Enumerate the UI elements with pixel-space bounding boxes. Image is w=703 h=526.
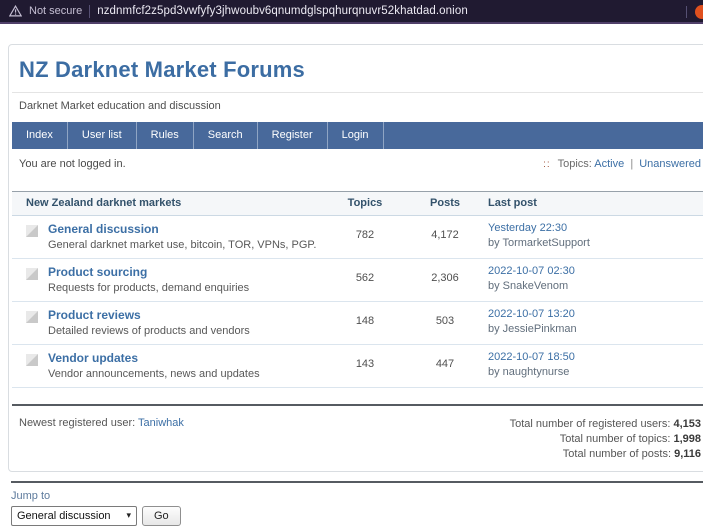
jump-to-section: Jump to General discussion ▾ Go <box>11 490 703 526</box>
total-topics-value: 1,998 <box>673 433 701 445</box>
topics-count: 148 <box>320 308 410 337</box>
address-bar-divider <box>89 5 90 18</box>
forum-status-icon <box>26 225 38 237</box>
total-users-label: Total number of registered users: <box>510 418 671 430</box>
posts-count: 2,306 <box>410 265 480 294</box>
forum-status-icon <box>26 311 38 323</box>
total-posts-label: Total number of posts: <box>563 448 671 460</box>
topics-count: 562 <box>320 265 410 294</box>
newest-user: Newest registered user: Taniwhak <box>19 417 184 462</box>
footer-divider <box>11 481 703 483</box>
total-users: Total number of registered users: 4,153 <box>510 417 701 432</box>
forum-description: Detailed reviews of products and vendors <box>48 325 250 337</box>
last-post-author: by JessiePinkman <box>488 323 703 335</box>
topics-label: Topics: <box>558 158 592 170</box>
total-topics-label: Total number of topics: <box>560 433 671 445</box>
forum-status-icon <box>26 354 38 366</box>
board-stats: Newest registered user: Taniwhak Total n… <box>19 417 701 462</box>
last-post-link[interactable]: 2022-10-07 13:20 <box>488 308 575 320</box>
board-totals: Total number of registered users: 4,153 … <box>510 417 701 462</box>
jump-to-label: Jump to <box>11 490 703 502</box>
go-button[interactable]: Go <box>142 506 181 526</box>
last-post-link[interactable]: 2022-10-07 18:50 <box>488 351 575 363</box>
nav-item-login[interactable]: Login <box>328 122 384 149</box>
status-bar: You are not logged in. :: Topics: Active… <box>19 158 701 170</box>
nav-item-search[interactable]: Search <box>194 122 258 149</box>
forum-row-product-sourcing: Product sourcing Requests for products, … <box>12 259 703 302</box>
forum-status-icon <box>26 268 38 280</box>
browser-address-bar[interactable]: Not secure nzdnmfcf2z5pd3vwfyfy3jhwoubv6… <box>0 0 703 24</box>
forum-description: Vendor announcements, news and updates <box>48 368 260 380</box>
column-header-forum: New Zealand darknet markets <box>12 197 320 209</box>
topics-filter: :: Topics: Active | Unanswered <box>543 158 701 170</box>
login-status: You are not logged in. <box>19 158 126 170</box>
total-users-value: 4,153 <box>673 418 701 430</box>
column-header-last-post: Last post <box>480 197 703 209</box>
forum-description: Requests for products, demand enquiries <box>48 282 249 294</box>
forum-row-product-reviews: Product reviews Detailed reviews of prod… <box>12 302 703 345</box>
unanswered-topics-link[interactable]: Unanswered <box>639 158 701 170</box>
active-topics-link[interactable]: Active <box>594 158 624 170</box>
page-title: NZ Darknet Market Forums <box>19 57 703 83</box>
column-header-posts: Posts <box>410 197 480 209</box>
forum-link[interactable]: Product reviews <box>48 308 141 322</box>
last-post-link[interactable]: Yesterday 22:30 <box>488 222 567 234</box>
nav-item-register[interactable]: Register <box>258 122 328 149</box>
topics-count: 143 <box>320 351 410 380</box>
table-header-row: New Zealand darknet markets Topics Posts… <box>12 192 703 216</box>
topics-count: 782 <box>320 222 410 251</box>
nav-item-rules[interactable]: Rules <box>137 122 194 149</box>
posts-count: 4,172 <box>410 222 480 251</box>
filter-divider: | <box>630 158 633 170</box>
extension-icon[interactable] <box>695 5 703 19</box>
last-post-link[interactable]: 2022-10-07 02:30 <box>488 265 575 277</box>
newest-user-link[interactable]: Taniwhak <box>138 417 184 429</box>
marker-icon: :: <box>543 159 551 170</box>
title-divider <box>12 92 703 93</box>
forum-page-container: NZ Darknet Market Forums Darknet Market … <box>8 44 703 472</box>
forum-link[interactable]: Product sourcing <box>48 265 147 279</box>
not-secure-label: Not secure <box>29 5 82 17</box>
total-topics: Total number of topics: 1,998 <box>510 432 701 447</box>
nav-item-user-list[interactable]: User list <box>68 122 137 149</box>
main-nav: Index User list Rules Search Register Lo… <box>12 122 703 149</box>
forum-row-general-discussion: General discussion General darknet marke… <box>12 216 703 259</box>
forum-link[interactable]: General discussion <box>48 222 159 236</box>
page-subtitle: Darknet Market education and discussion <box>19 100 703 112</box>
total-posts-value: 9,116 <box>674 448 701 460</box>
last-post-author: by SnakeVenom <box>488 280 703 292</box>
url-text[interactable]: nzdnmfcf2z5pd3vwfyfy3jhwoubv6qnumdglspqh… <box>97 5 468 17</box>
stats-divider <box>12 404 703 406</box>
warning-triangle-icon <box>9 5 22 17</box>
column-header-topics: Topics <box>320 197 410 209</box>
forum-jump-select[interactable]: General discussion <box>11 506 137 526</box>
newest-user-label: Newest registered user: <box>19 417 135 429</box>
last-post-author: by TormarketSupport <box>488 237 703 249</box>
posts-count: 503 <box>410 308 480 337</box>
forum-description: General darknet market use, bitcoin, TOR… <box>48 239 316 251</box>
toolbar-divider <box>686 6 687 18</box>
forum-link[interactable]: Vendor updates <box>48 351 138 365</box>
forum-category-table: New Zealand darknet markets Topics Posts… <box>12 191 703 388</box>
forum-row-vendor-updates: Vendor updates Vendor announcements, new… <box>12 345 703 388</box>
posts-count: 447 <box>410 351 480 380</box>
nav-item-index[interactable]: Index <box>12 122 68 149</box>
last-post-author: by naughtynurse <box>488 366 703 378</box>
